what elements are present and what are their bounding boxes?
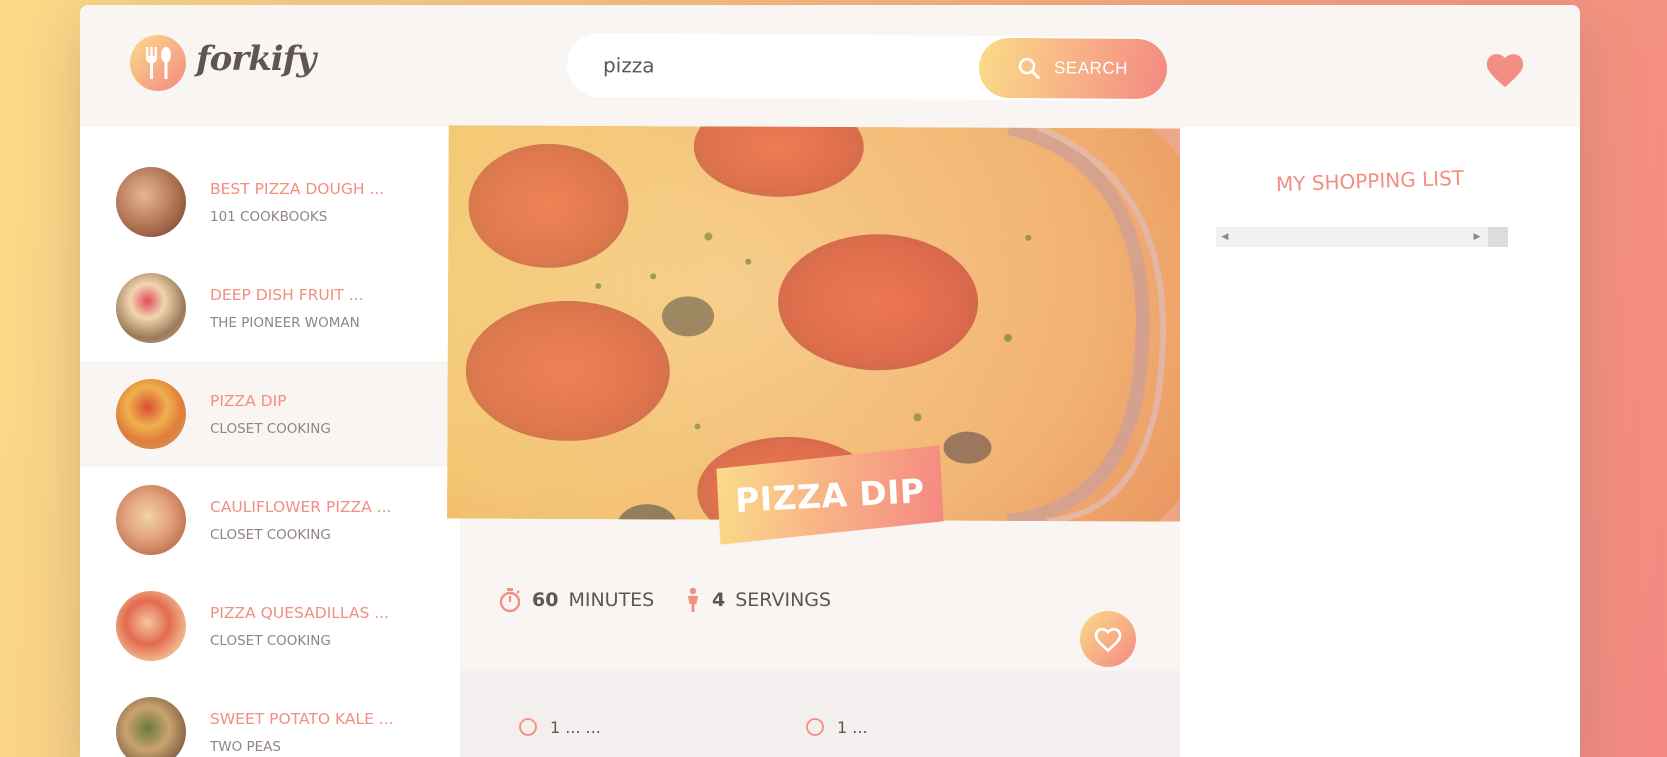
bookmarks-heart-icon[interactable]	[1484, 51, 1526, 93]
search-button[interactable]: SEARCH	[978, 37, 1168, 100]
search-input[interactable]	[602, 47, 944, 86]
result-image	[116, 273, 186, 343]
result-publisher: CLOSET COOKING	[210, 421, 331, 437]
result-publisher: THE PIONEER WOMAN	[210, 315, 360, 331]
shopping-list-title: MY SHOPPING LIST	[1275, 165, 1465, 197]
check-circle-icon	[806, 718, 824, 736]
result-item[interactable]: CAULIFLOWER PIZZA ... CLOSET COOKING	[80, 467, 460, 573]
duration-label: MINUTES	[568, 589, 655, 611]
search-form: SEARCH	[566, 32, 1168, 102]
scroll-left-arrow-icon[interactable]: ◀	[1216, 227, 1234, 247]
result-publisher: CLOSET COOKING	[210, 633, 331, 649]
shopping-list: MY SHOPPING LIST ◀ ▶	[1180, 127, 1580, 757]
search-icon	[1018, 57, 1040, 80]
result-item-active[interactable]: PIZZA DIP CLOSET COOKING	[80, 361, 460, 467]
duration-value: 60	[532, 589, 559, 611]
result-image	[116, 485, 186, 555]
result-image	[116, 591, 186, 661]
ingredients-section: 1 ... ... 1 ...	[460, 671, 1180, 757]
result-image	[116, 167, 186, 237]
result-item[interactable]: SWEET POTATO KALE ... TWO PEAS	[80, 679, 460, 757]
recipe-duration: 60 MINUTES	[498, 587, 654, 613]
search-button-label: SEARCH	[1053, 58, 1128, 78]
heart-outline-icon	[1094, 627, 1122, 652]
scrollbar-thumb[interactable]	[1488, 227, 1508, 247]
fork-spoon-icon	[130, 35, 186, 91]
servings-label: SERVINGS	[735, 589, 832, 611]
result-title: CAULIFLOWER PIZZA ...	[210, 498, 392, 516]
result-item[interactable]: BEST PIZZA DOUGH ... 101 COOKBOOKS	[80, 149, 460, 255]
servings-value: 4	[712, 589, 726, 611]
result-item[interactable]: PIZZA QUESADILLAS ... CLOSET COOKING	[80, 573, 460, 679]
horizontal-scrollbar[interactable]: ◀ ▶	[1216, 227, 1508, 247]
logo-text: forkify	[196, 39, 316, 79]
logo[interactable]: forkify	[130, 35, 320, 95]
result-publisher: TWO PEAS	[210, 739, 281, 755]
result-title: BEST PIZZA DOUGH ...	[210, 180, 385, 198]
recipe-title-text: PIZZA DIP	[734, 470, 926, 520]
bookmark-recipe-button[interactable]	[1080, 611, 1136, 667]
app-container: forkify SEARCH BEST PIZZA DOUGH ... 101 …	[80, 5, 1580, 757]
header: forkify SEARCH	[80, 5, 1580, 127]
result-image	[116, 379, 186, 449]
ingredient-item: 1 ... ...	[518, 717, 601, 737]
stopwatch-icon	[499, 588, 521, 613]
ingredient-item: 1 ...	[805, 717, 868, 737]
person-icon	[688, 587, 698, 612]
result-image	[116, 697, 186, 757]
result-publisher: CLOSET COOKING	[210, 527, 331, 543]
ingredient-text: 1 ...	[837, 717, 868, 737]
ingredient-text: 1 ... ...	[550, 717, 601, 737]
result-title: PIZZA DIP	[210, 392, 287, 410]
result-title: SWEET POTATO KALE ...	[210, 710, 394, 728]
check-circle-icon	[519, 718, 537, 736]
scroll-right-arrow-icon[interactable]: ▶	[1468, 227, 1486, 247]
result-publisher: 101 COOKBOOKS	[210, 209, 328, 225]
result-title: DEEP DISH FRUIT ...	[210, 286, 364, 304]
result-title: PIZZA QUESADILLAS ...	[210, 604, 390, 622]
result-item[interactable]: DEEP DISH FRUIT ... THE PIONEER WOMAN	[80, 255, 460, 361]
recipe-view: PIZZA DIP 60 MINUTES 4 SERVINGS 1 ... ..…	[447, 125, 1191, 757]
search-results: BEST PIZZA DOUGH ... 101 COOKBOOKS DEEP …	[80, 127, 460, 757]
recipe-servings: 4 SERVINGS	[684, 587, 831, 613]
